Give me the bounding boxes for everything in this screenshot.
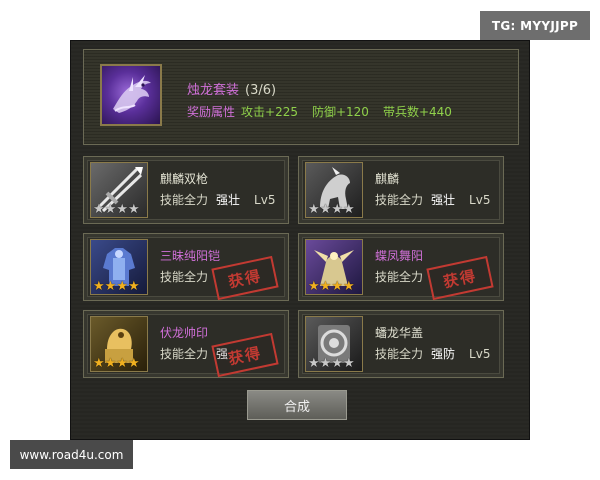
- spear-icon: ★ ★ ★ ★: [90, 162, 148, 218]
- phoenix-mount-icon: ★ ★ ★ ★: [305, 239, 363, 295]
- watermark-site: www.road4u.com: [10, 440, 133, 469]
- item-name: 蝶凤舞阳: [375, 249, 424, 263]
- skill-label: 技能全力: [375, 270, 424, 284]
- skill-name: 强壮: [216, 193, 241, 207]
- bonus-troops: 带兵数+440: [382, 105, 452, 119]
- dragon-icon[interactable]: [100, 64, 162, 126]
- item-card[interactable]: ★ ★ ★ ★ 蝶凤舞阳 技能全力 获得: [298, 233, 504, 301]
- watermark-tg: TG: MYYJJPP: [480, 11, 590, 40]
- set-bonus: 奖励属性 攻击+225 防御+120 带兵数+440: [187, 103, 466, 120]
- combine-button[interactable]: 合成: [247, 390, 347, 420]
- skill-label: 技能全力: [160, 193, 209, 207]
- set-summary: 烛龙套装 (3/6) 奖励属性 攻击+225 防御+120 带兵数+440: [83, 49, 519, 145]
- bonus-defense: 防御+120: [311, 105, 369, 119]
- equipment-set-panel: 烛龙套装 (3/6) 奖励属性 攻击+225 防御+120 带兵数+440 ★ ★ ★ ★ 麒…: [70, 40, 530, 440]
- skill-line: 技能全力 强壮 Lv5: [375, 191, 490, 208]
- skill-level: Lv5: [469, 193, 491, 207]
- set-name: 烛龙套装: [187, 83, 240, 98]
- qilin-mount-icon: ★ ★ ★ ★: [305, 162, 363, 218]
- skill-line: 技能全力: [375, 268, 423, 285]
- star-rating: ★ ★ ★ ★: [93, 356, 140, 371]
- item-card[interactable]: ★ ★ ★ ★ 麒麟双枪 技能全力 强壮 Lv5: [83, 156, 289, 224]
- skill-line: 技能全力 强壮 Lv5: [160, 191, 275, 208]
- item-card[interactable]: ★ ★ ★ ★ 伏龙帅印 技能全力强 获得: [83, 310, 289, 378]
- skill-name: 强防: [431, 347, 456, 361]
- skill-label: 技能全力: [375, 193, 424, 207]
- skill-label: 技能全力: [375, 347, 424, 361]
- item-name: 三昧纯阳铠: [160, 249, 221, 263]
- item-card[interactable]: ★ ★ ★ ★ 三昧纯阳铠 技能全力 获得: [83, 233, 289, 301]
- item-card[interactable]: ★ ★ ★ ★ 麒麟 技能全力 强壮 Lv5: [298, 156, 504, 224]
- skill-level: Lv5: [254, 193, 276, 207]
- skill-level: Lv5: [469, 347, 491, 361]
- star-rating: ★ ★ ★ ★: [308, 279, 355, 294]
- item-name: 伏龙帅印: [160, 326, 209, 340]
- star-rating: ★ ★ ★ ★: [308, 202, 355, 217]
- armor-icon: ★ ★ ★ ★: [90, 239, 148, 295]
- item-name: 麒麟双枪: [160, 172, 209, 186]
- skill-label: 技能全力: [160, 347, 209, 361]
- item-name: 麒麟: [375, 172, 400, 186]
- skill-name: 强壮: [431, 193, 456, 207]
- skill-line: 技能全力: [160, 268, 208, 285]
- bonus-label: 奖励属性: [187, 105, 236, 119]
- bonus-attack: 攻击+225: [241, 105, 298, 119]
- star-rating: ★ ★ ★ ★: [308, 356, 355, 371]
- set-title: 烛龙套装 (3/6): [187, 79, 276, 98]
- star-rating: ★ ★ ★ ★: [93, 202, 140, 217]
- skill-line: 技能全力 强防 Lv5: [375, 345, 490, 362]
- star-rating: ★ ★ ★ ★: [93, 279, 140, 294]
- item-card[interactable]: ★ ★ ★ ★ 蟠龙华盖 技能全力 强防 Lv5: [298, 310, 504, 378]
- canopy-icon: ★ ★ ★ ★: [305, 316, 363, 372]
- item-name: 蟠龙华盖: [375, 326, 424, 340]
- seal-icon: ★ ★ ★ ★: [90, 316, 148, 372]
- set-count: (3/6): [245, 83, 277, 98]
- skill-label: 技能全力: [160, 270, 209, 284]
